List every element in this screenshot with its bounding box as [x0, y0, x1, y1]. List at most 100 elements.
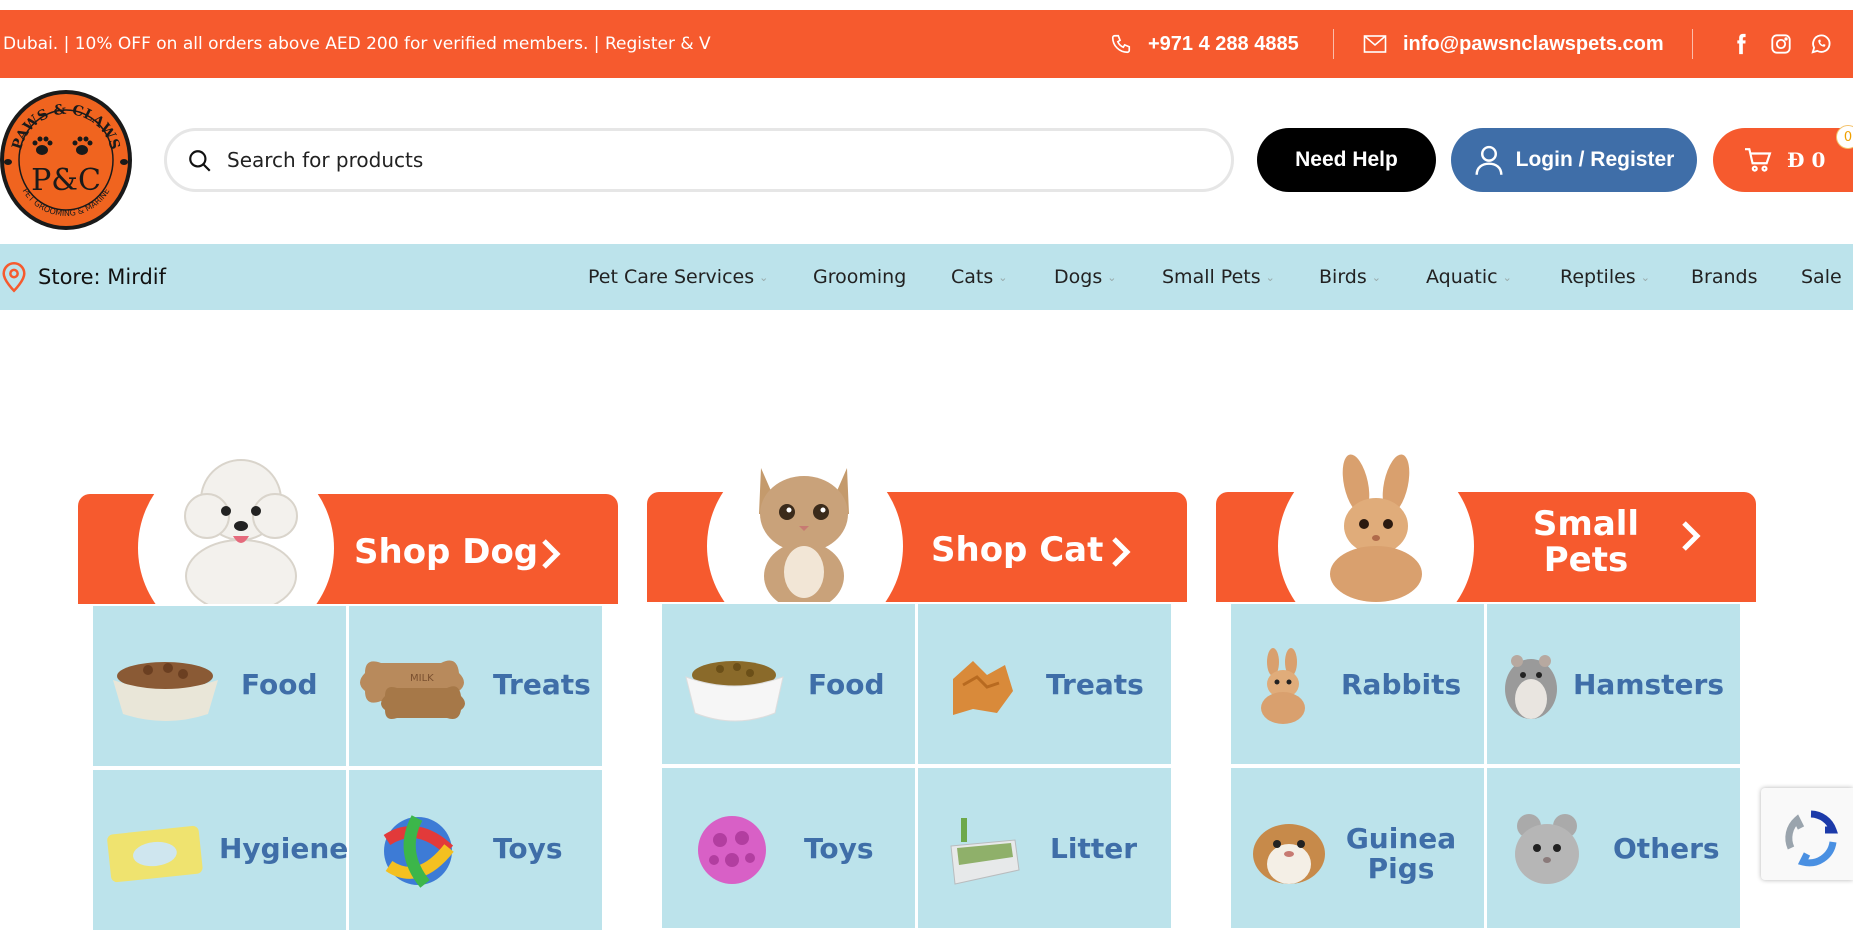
tile-label: Hygiene — [219, 832, 349, 865]
whatsapp-icon[interactable] — [1810, 33, 1832, 55]
chevron-down-icon: ⌄ — [1371, 270, 1381, 284]
tile-label: Treats — [493, 668, 591, 701]
chevron-down-icon: ⌄ — [1502, 270, 1512, 284]
chevron-right-icon[interactable] — [1680, 520, 1702, 552]
nav-label: Sale — [1801, 266, 1842, 288]
nav-birds[interactable]: Birds ⌄ — [1319, 244, 1381, 310]
nav-label: Birds — [1319, 266, 1367, 288]
login-register-label: Login / Register — [1515, 148, 1675, 171]
wipes-image — [107, 825, 203, 883]
search-bar[interactable] — [164, 128, 1234, 192]
chevron-right-icon[interactable] — [1110, 536, 1132, 568]
nav-label: Cats — [951, 266, 994, 288]
chevron-down-icon: ⌄ — [1107, 270, 1117, 284]
chevron-down-icon: ⌄ — [1640, 270, 1650, 284]
nav-label: Pet Care Services — [588, 266, 755, 288]
cart-icon — [1745, 148, 1772, 172]
nav-aquatic[interactable]: Aquatic ⌄ — [1426, 244, 1512, 310]
rabbit-image — [1261, 648, 1305, 724]
nav-sale[interactable]: Sale — [1801, 244, 1842, 310]
tile-label: Others — [1613, 832, 1720, 865]
user-icon — [1475, 145, 1503, 175]
announcement-bar: Dubai. | 10% OFF on all orders above AED… — [0, 10, 1853, 78]
card-title[interactable]: Shop Dog — [354, 534, 538, 570]
nav-reptiles[interactable]: Reptiles ⌄ — [1560, 244, 1650, 310]
treats-image: MILK — [360, 660, 465, 719]
tile-food[interactable]: Food — [662, 604, 915, 764]
tile-toys[interactable]: Toys — [662, 768, 915, 928]
chevron-down-icon: ⌄ — [1265, 270, 1275, 284]
phone-icon — [1111, 34, 1131, 54]
email-link[interactable]: info@pawsnclawspets.com — [1363, 10, 1664, 78]
tile-treats[interactable]: Treats — [918, 604, 1171, 764]
tile-label: Rabbits — [1341, 668, 1462, 701]
nav-brands[interactable]: Brands — [1691, 244, 1758, 310]
phone-number: +971 4 288 4885 — [1148, 32, 1299, 55]
tile-treats[interactable]: MILK Treats — [349, 606, 602, 766]
tile-litter[interactable]: Litter — [918, 768, 1171, 928]
food-bowl-image — [113, 662, 218, 721]
svg-text:MILK: MILK — [410, 673, 434, 684]
rope-ball-image — [383, 815, 454, 888]
search-input[interactable] — [227, 141, 1187, 179]
nav-label: Dogs — [1054, 266, 1103, 288]
nav-small-pets[interactable]: Small Pets ⌄ — [1162, 244, 1275, 310]
cart-count-badge: 0 — [1836, 125, 1853, 149]
tile-others[interactable]: Others — [1487, 768, 1740, 928]
tile-label: Toys — [804, 832, 874, 865]
cart-amount: Đ 0 — [1787, 148, 1826, 172]
tile-label: Treats — [1046, 668, 1144, 701]
location-pin-icon — [2, 262, 26, 293]
nav-cats[interactable]: Cats ⌄ — [951, 244, 1007, 310]
tile-rabbits[interactable]: Rabbits — [1231, 604, 1484, 764]
nav-label: Grooming — [813, 266, 907, 288]
need-help-button[interactable]: Need Help — [1257, 128, 1436, 192]
hamster-image — [1505, 655, 1557, 719]
phone-link[interactable]: +971 4 288 4885 — [1110, 10, 1299, 78]
tile-guinea-pigs[interactable]: Guinea Pigs — [1231, 768, 1484, 928]
email-address: info@pawsnclawspets.com — [1403, 32, 1664, 55]
tile-label: Guinea Pigs — [1345, 822, 1457, 885]
food-bowl-image — [685, 661, 784, 722]
store-selector[interactable]: Store: Mirdif — [0, 244, 166, 310]
nav-grooming[interactable]: Grooming — [813, 244, 906, 310]
chinchilla-image — [1515, 814, 1579, 884]
cart-button[interactable]: Đ 0 — [1713, 128, 1853, 192]
tile-hamsters[interactable]: Hamsters — [1487, 604, 1740, 764]
nav-label: Brands — [1691, 266, 1758, 288]
site-logo[interactable]: PAWS & CLAWS PET GROOMING & MARINE P&C — [0, 88, 135, 232]
search-icon[interactable] — [187, 148, 213, 174]
tile-food[interactable]: Food — [93, 606, 346, 766]
main-navigation: Store: Mirdif Pet Care Services ⌄ Groomin… — [0, 244, 1853, 310]
guinea-pig-image — [1253, 824, 1325, 884]
nav-label: Reptiles — [1560, 266, 1636, 288]
recaptcha-badge[interactable] — [1761, 788, 1853, 880]
tile-toys[interactable]: Toys — [349, 770, 602, 930]
nav-label: Aquatic — [1426, 266, 1498, 288]
tile-label: Litter — [1050, 832, 1138, 865]
tile-label: Toys — [493, 832, 563, 865]
cat-image — [759, 468, 849, 602]
mail-icon — [1363, 35, 1387, 53]
card-title[interactable]: Shop Cat — [931, 532, 1103, 568]
announcement-ticker: Dubai. | 10% OFF on all orders above AED… — [3, 34, 711, 54]
toy-ball-image — [698, 816, 766, 884]
divider — [1333, 29, 1334, 59]
tile-label: Hamsters — [1573, 668, 1725, 701]
nav-label: Small Pets — [1162, 266, 1261, 288]
instagram-icon[interactable] — [1770, 33, 1792, 55]
treats-image — [953, 661, 1013, 715]
login-register-button[interactable]: Login / Register — [1451, 128, 1697, 192]
facebook-icon[interactable] — [1730, 33, 1752, 55]
card-title[interactable]: Small Pets — [1506, 506, 1666, 578]
dog-image — [184, 459, 298, 604]
tile-label: Food — [808, 668, 885, 701]
nav-dogs[interactable]: Dogs ⌄ — [1054, 244, 1116, 310]
chevron-right-icon[interactable] — [540, 538, 562, 570]
divider — [1692, 29, 1693, 59]
nav-pet-care-services[interactable]: Pet Care Services ⌄ — [588, 244, 768, 310]
litter-tray-image — [950, 818, 1020, 885]
store-label: Store: Mirdif — [38, 265, 167, 289]
tile-hygiene[interactable]: Hygiene — [93, 770, 349, 930]
svg-text:P&C: P&C — [31, 163, 101, 198]
